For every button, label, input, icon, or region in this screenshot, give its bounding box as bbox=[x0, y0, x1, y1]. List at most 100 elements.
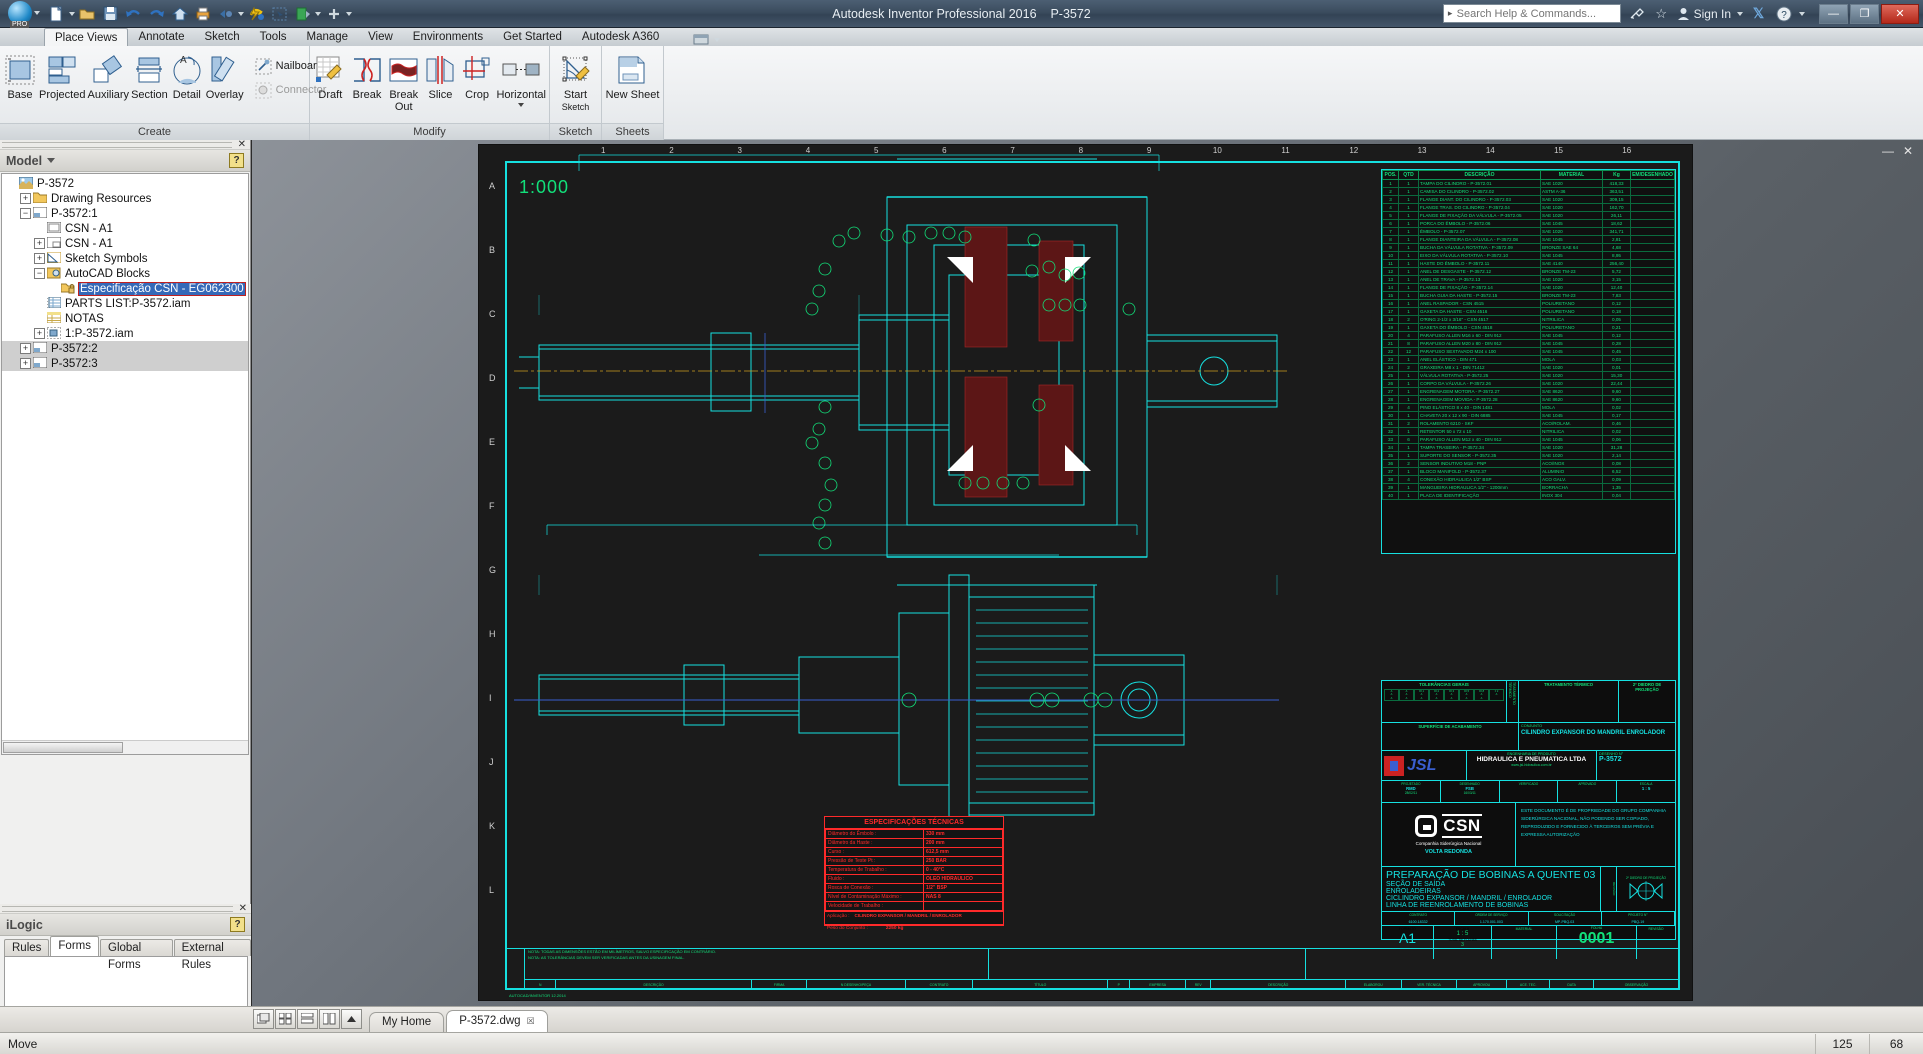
parts-list-row[interactable]: 14 1 FLANGE DE FIXAÇÃO - P-3572.14 SAE 1020… bbox=[1382, 283, 1675, 292]
parts-list-row[interactable]: 30 1 CHAVETA 20 x 12 x 90 - DIN 6885 SAE 10… bbox=[1382, 411, 1675, 420]
parts-list-row[interactable]: 17 1 GAXETA DA HASTE - CSN 4516 POLIURETANO… bbox=[1382, 307, 1675, 316]
tree-expander[interactable]: − bbox=[20, 208, 31, 219]
material-dropdown-icon[interactable] bbox=[315, 11, 321, 16]
tree-node-11[interactable]: + P-3572:2 bbox=[2, 341, 248, 356]
horizontal-button[interactable]: Horizontal bbox=[495, 49, 547, 109]
start-sketch-button[interactable]: Start Sketch bbox=[552, 49, 599, 115]
tree-expander[interactable]: + bbox=[34, 253, 45, 264]
detail-view-button[interactable]: A Detail bbox=[169, 49, 205, 103]
tree-node-4[interactable]: + CSN - A1 bbox=[2, 236, 248, 251]
tab-global-forms[interactable]: Global Forms bbox=[100, 939, 173, 971]
parts-list-row[interactable]: 3 1 FLANGE DIANT. DO CILINDRO - P-3572.03 S… bbox=[1382, 195, 1675, 204]
satellite-icon[interactable] bbox=[1627, 4, 1646, 23]
inventor-app-button[interactable]: PRO bbox=[0, 0, 42, 28]
parts-list-row[interactable]: 15 1 BUCHA GUIA DA HASTE - P-3572.15 BRONZE… bbox=[1382, 291, 1675, 300]
document-tab-p3572[interactable]: P-3572.dwg ☒ bbox=[446, 1010, 548, 1032]
auxiliary-view-button[interactable]: Auxiliary bbox=[86, 49, 130, 103]
parts-list-row[interactable]: 31 2 ROLAMENTO 6210 - SKF ACO/ROLAM. 0,46 bbox=[1382, 419, 1675, 428]
tab-view[interactable]: View bbox=[358, 28, 403, 46]
tree-expander[interactable]: − bbox=[34, 268, 45, 279]
minimize-button[interactable]: — bbox=[1819, 3, 1848, 24]
material-icon[interactable] bbox=[292, 3, 313, 25]
scroll-up-icon[interactable] bbox=[341, 1009, 362, 1029]
tab-tools[interactable]: Tools bbox=[250, 28, 297, 46]
ilogic-close-icon[interactable]: ✕ bbox=[239, 903, 247, 914]
restore-button[interactable]: ❐ bbox=[1850, 3, 1879, 24]
search-input[interactable] bbox=[1456, 7, 1607, 20]
parts-list-row[interactable]: 18 2 O'RING 2-1/2 x 3/16" - CSN 4517 NITRIL… bbox=[1382, 315, 1675, 324]
parts-list-row[interactable]: 12 1 ANEL DE DESGASTE - P-3572.12 BRONZE TM… bbox=[1382, 267, 1675, 276]
parts-list-row[interactable]: 16 1 ANEL RASPADOR - CSN 4515 POLIURETANO 0,… bbox=[1382, 299, 1675, 308]
tree-expander[interactable]: + bbox=[34, 238, 45, 249]
parts-list-row[interactable]: 28 1 ENGRENAGEM MOVIDA - P-3572.28 SAE 8620… bbox=[1382, 395, 1675, 404]
tree-horizontal-scrollbar[interactable] bbox=[2, 740, 248, 754]
parts-list-row[interactable]: 6 1 PORCA DO ÊMBOLO - P-3572.06 SAE 1045 18,… bbox=[1382, 219, 1675, 228]
sign-in-caret-icon[interactable] bbox=[1737, 11, 1743, 16]
tree-node-10[interactable]: +1:P-3572.iam bbox=[2, 326, 248, 341]
projected-view-button[interactable]: Projected bbox=[38, 49, 86, 103]
tree-expander[interactable]: + bbox=[34, 328, 45, 339]
break-out-button[interactable]: Break Out bbox=[385, 49, 422, 115]
section-view-button[interactable]: Section bbox=[130, 49, 169, 103]
parts-list-row[interactable]: 9 1 BUCHA DA VÁLVULA ROTATIVA - P-3572.09 B… bbox=[1382, 243, 1675, 252]
break-button[interactable]: Break bbox=[349, 49, 386, 103]
base-view-button[interactable]: Base bbox=[2, 49, 38, 103]
return-dropdown-icon[interactable] bbox=[238, 11, 244, 16]
parts-list-row[interactable]: 13 1 ANEL DE TRAVA - P-3572.13 SAE 1020 3,15 bbox=[1382, 275, 1675, 284]
tree-node-0[interactable]: P-3572 bbox=[2, 176, 248, 191]
tree-node-3[interactable]: CSN - A1 bbox=[2, 221, 248, 236]
parts-list-row[interactable]: 40 1 PLACA DE IDENTIFICAÇÃO INOX 304 0,04 bbox=[1382, 491, 1675, 500]
tab-place-views[interactable]: Place Views bbox=[44, 28, 129, 46]
browser-grip[interactable]: ✕ bbox=[0, 139, 250, 150]
tree-node-6[interactable]: − AutoCAD Blocks bbox=[2, 266, 248, 281]
tree-node-9[interactable]: NOTAS bbox=[2, 311, 248, 326]
overlay-view-button[interactable]: Overlay bbox=[205, 49, 245, 103]
browser-dropdown-icon[interactable] bbox=[47, 158, 56, 163]
help-caret-icon[interactable] bbox=[1799, 11, 1805, 16]
tree-expander[interactable]: + bbox=[20, 193, 31, 204]
tab-rules[interactable]: Rules bbox=[4, 939, 50, 956]
sheet-close-icon[interactable]: ✕ bbox=[1903, 144, 1913, 158]
parts-list-row[interactable]: 8 1 FLANGE DIANTEIRA DA VÁLVULA - P-3572.0… bbox=[1382, 235, 1675, 244]
parts-list-row[interactable]: 35 1 SUPORTE DO SENSOR - P-3572.35 SAE 1020… bbox=[1382, 451, 1675, 460]
model-tree[interactable]: P-3572 + Drawing Resources − P-3572:1 CSN - A… bbox=[1, 173, 249, 755]
tab-autodesk-a360[interactable]: Autodesk A360 bbox=[572, 28, 669, 46]
help-icon[interactable]: ? bbox=[1774, 4, 1793, 23]
drawing-canvas[interactable]: — ✕ 1 2 3 4 5 6 7 8 9 10 11 12 13 14 15 16 ABCDEFGHIJKL bbox=[252, 140, 1923, 1024]
tab-get-started[interactable]: Get Started bbox=[493, 28, 572, 46]
sign-in-button[interactable]: Sign In bbox=[1677, 7, 1731, 21]
browser-help-button[interactable]: ? bbox=[229, 153, 244, 168]
parts-list-row[interactable]: 2 1 CAMISA DO CILINDRO - P-3572.02 ASTM A-3… bbox=[1382, 187, 1675, 196]
ilogic-grip[interactable]: ✕ bbox=[0, 903, 251, 914]
parts-list-row[interactable]: 39 1 MANGUEIRA HIDRAULICA 1/2" - 1200mm BOR… bbox=[1382, 483, 1675, 492]
tree-node-7[interactable]: Especificação CSN - EG062300 bbox=[2, 281, 248, 296]
parts-list-row[interactable]: 34 1 TAMPA TRASEIRA - P-3572.34 SAE 1020 31,… bbox=[1382, 443, 1675, 452]
parts-list-row[interactable]: 37 1 BLOCO MANIFOLD - P-3572.37 ALUMINIO 6,5… bbox=[1382, 467, 1675, 476]
select-icon[interactable] bbox=[269, 3, 290, 25]
tab-annotate[interactable]: Annotate bbox=[128, 28, 194, 46]
cascade-windows-icon[interactable] bbox=[253, 1009, 274, 1029]
parts-list-row[interactable]: 20 4 PARAFUSO ALLEN M16 x 60 - DIN 912 SAE … bbox=[1382, 331, 1675, 340]
parts-list-row[interactable]: 32 1 RETENTOR 50 x 72 x 10 NITRILICA 0,02 bbox=[1382, 427, 1675, 436]
parts-list-row[interactable]: 5 1 FLANGE DE FIXAÇÃO DA VÁLVULA - P-3572.… bbox=[1382, 211, 1675, 220]
exchange-apps-icon[interactable]: 𝕏 bbox=[1749, 4, 1768, 23]
parts-list-row[interactable]: 25 1 VÁLVULA ROTATIVA - P-3572.25 SAE 1020 1… bbox=[1382, 371, 1675, 380]
title-block[interactable]: TOLERÂNCIAS GERAIS A A AA A A ±0,1 A A ±0,… bbox=[1381, 680, 1676, 959]
update-icon[interactable] bbox=[246, 3, 267, 25]
drawing-sheet[interactable]: 1 2 3 4 5 6 7 8 9 10 11 12 13 14 15 16 ABCDEFGHIJKL bbox=[478, 144, 1693, 1001]
close-button[interactable]: ✕ bbox=[1881, 3, 1919, 24]
search-box[interactable]: ▸ bbox=[1442, 4, 1621, 23]
document-tab-my-home[interactable]: My Home bbox=[369, 1012, 445, 1032]
parts-list-row[interactable]: 29 4 PINO ELÁSTICO 8 x 40 - DIN 1481 MOLA 0,… bbox=[1382, 403, 1675, 412]
tree-node-2[interactable]: − P-3572:1 bbox=[2, 206, 248, 221]
parts-list-row[interactable]: 7 1 ÊMBOLO - P-3572.07 SAE 1020 341,71 bbox=[1382, 227, 1675, 236]
ilogic-help-button[interactable]: ? bbox=[230, 917, 245, 932]
parts-list-row[interactable]: 4 1 FLANGE TRAS. DO CILINDRO - P-3572.04 SA… bbox=[1382, 203, 1675, 212]
parts-list-row[interactable]: 38 4 CONEXÃO HIDRAULICA 1/2" BSP ACO GALV. 0… bbox=[1382, 475, 1675, 484]
save-icon[interactable] bbox=[100, 3, 121, 25]
tab-forms[interactable]: Forms bbox=[50, 936, 99, 956]
new-sheet-button[interactable]: New Sheet bbox=[604, 49, 661, 103]
parts-list-row[interactable]: 36 2 SENSOR INDUTIVO M18 - PNP ACO/INOX 0,08 bbox=[1382, 459, 1675, 468]
sheet-minimize-icon[interactable]: — bbox=[1882, 144, 1894, 158]
app-menu-caret-icon[interactable] bbox=[34, 10, 40, 15]
